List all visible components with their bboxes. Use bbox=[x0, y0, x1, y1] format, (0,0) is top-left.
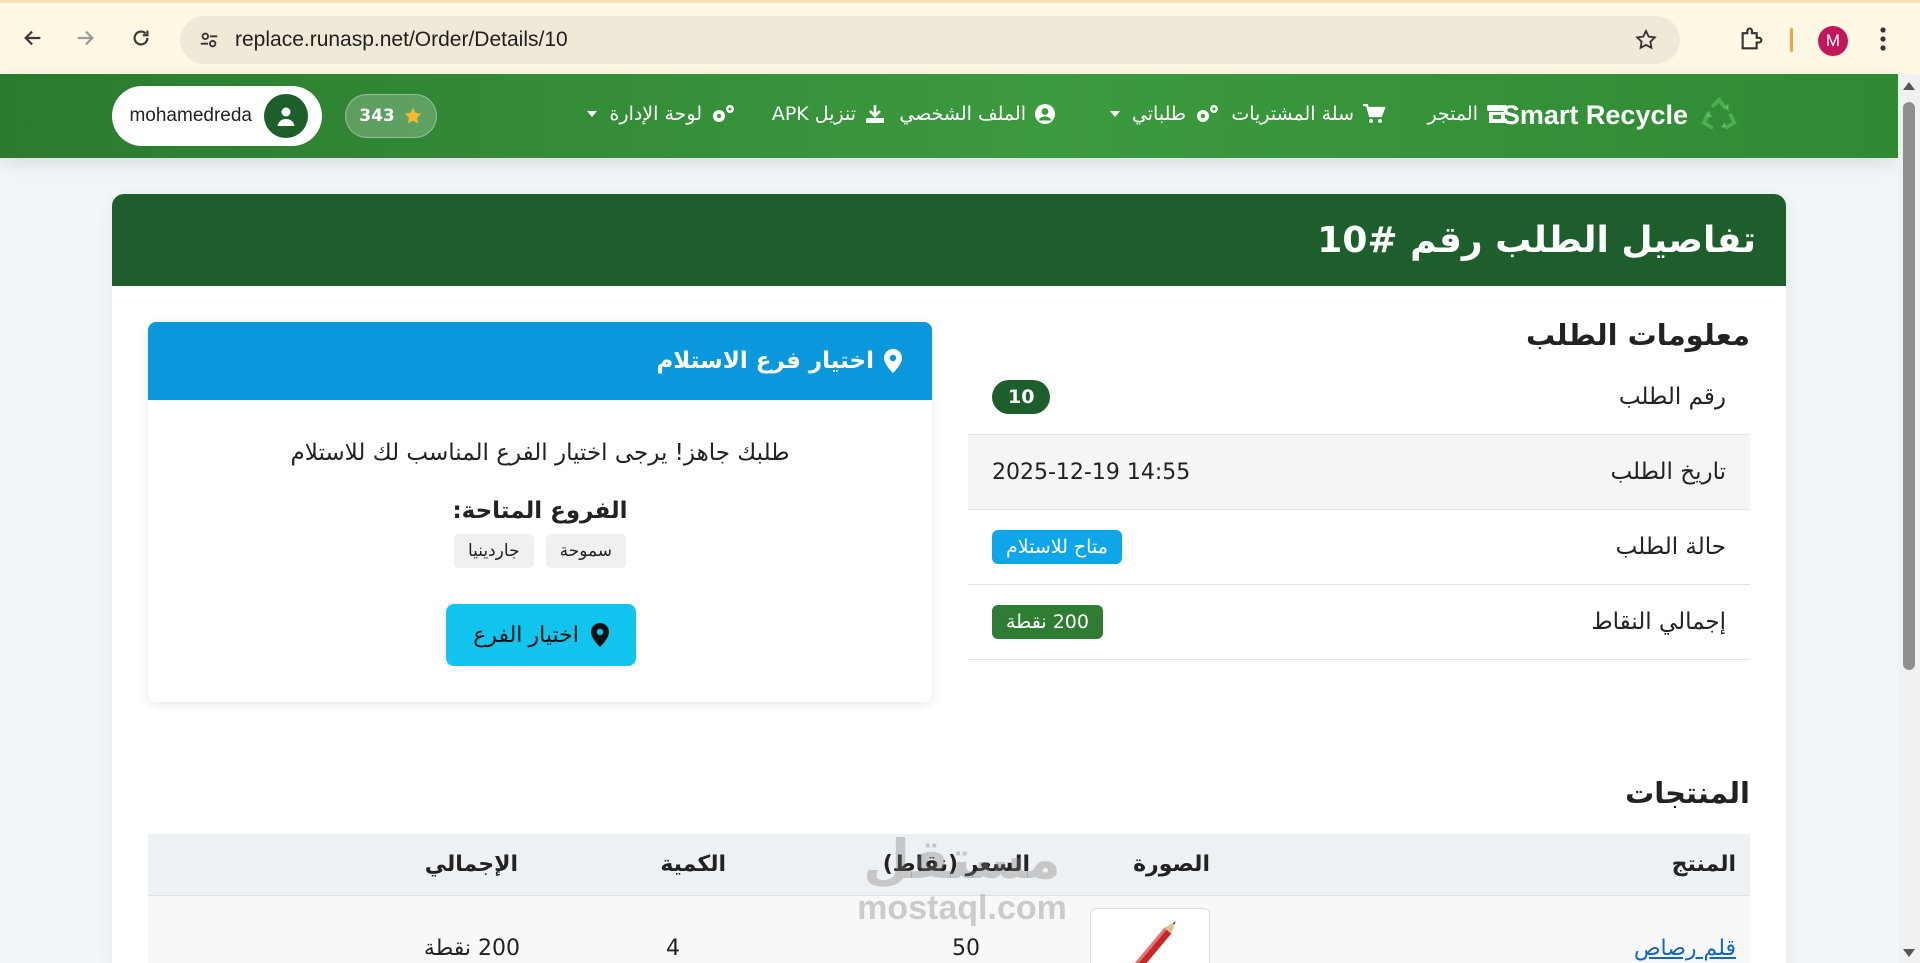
nav-download-apk[interactable]: تنزيل APK bbox=[772, 103, 886, 125]
chevron-down-icon bbox=[587, 111, 598, 117]
total-points-badge: 200 نقطة bbox=[992, 605, 1103, 639]
user-circle-icon bbox=[1035, 104, 1055, 124]
col-price: السعر (نقاط) bbox=[882, 852, 1030, 877]
order-info-row: تاريخ الطلب 2025-12-19 14:55 bbox=[968, 435, 1750, 510]
product-link[interactable]: قلم رصاص bbox=[1634, 936, 1736, 961]
col-total: الإجمالي bbox=[424, 852, 518, 877]
order-info-row: رقم الطلب 10 bbox=[968, 360, 1750, 435]
col-product: المنتج bbox=[1671, 852, 1736, 877]
nav-admin-dashboard[interactable]: لوحة الإدارة bbox=[587, 103, 736, 125]
choose-branch-button[interactable]: اختيار الفرع bbox=[446, 604, 636, 666]
order-info-table: رقم الطلب 10 تاريخ الطلب 2025-12-19 14:5… bbox=[968, 360, 1750, 660]
product-quantity: 4 bbox=[666, 936, 680, 961]
nav-admin-dashboard-label: لوحة الإدارة bbox=[609, 103, 702, 125]
user-menu[interactable]: mohamedreda bbox=[112, 86, 322, 146]
bookmark-star-icon[interactable] bbox=[1634, 28, 1658, 56]
reload-icon[interactable] bbox=[126, 23, 156, 53]
branch-tag: سموحة bbox=[545, 534, 627, 568]
forward-arrow-icon[interactable] bbox=[70, 23, 100, 53]
choose-branch-label: اختيار الفرع bbox=[473, 622, 579, 647]
branch-tags: سموحة جاردينيا bbox=[148, 534, 932, 568]
nav-cart[interactable]: سلة المشتريات bbox=[1231, 103, 1386, 125]
points-value: 343 bbox=[359, 106, 395, 126]
nav-my-orders-label: طلباتي bbox=[1131, 103, 1186, 125]
nav-download-apk-label: تنزيل APK bbox=[771, 103, 856, 125]
col-quantity: الكمية bbox=[660, 852, 726, 877]
browser-toolbar: replace.runasp.net/Order/Details/10 M bbox=[0, 0, 1920, 74]
nav-profile-label: الملف الشخصي bbox=[899, 103, 1026, 125]
products-table: المنتج الصورة السعر (نقاط) الكمية الإجما… bbox=[148, 834, 1750, 963]
gears-icon bbox=[1197, 105, 1218, 122]
gears-icon bbox=[713, 105, 734, 122]
nav-store-label: المتجر bbox=[1427, 103, 1478, 125]
products-table-header: المنتج الصورة السعر (نقاط) الكمية الإجما… bbox=[148, 834, 1750, 896]
order-info-row: حالة الطلب متاح للاستلام bbox=[968, 510, 1750, 585]
store-icon bbox=[1487, 105, 1507, 123]
chevron-down-icon bbox=[1109, 111, 1120, 117]
pencil-icon bbox=[1119, 921, 1176, 963]
site-navbar: Smart Recycle المتجر سلة المشتريات طلبات… bbox=[0, 74, 1898, 158]
nav-store[interactable]: المتجر bbox=[1427, 103, 1508, 125]
order-number-label: رقم الطلب bbox=[1618, 384, 1726, 410]
order-date-label: تاريخ الطلب bbox=[1610, 459, 1726, 485]
cart-icon bbox=[1363, 104, 1386, 123]
branch-message: طلبك جاهز! يرجى اختيار الفرع المناسب لك … bbox=[290, 440, 790, 466]
brand[interactable]: Smart Recycle bbox=[1502, 96, 1738, 134]
scrollbar-thumb[interactable] bbox=[1903, 102, 1915, 670]
order-date-value: 2025-12-19 14:55 bbox=[992, 459, 1191, 485]
page-title: تفاصيل الطلب رقم #10 bbox=[1317, 219, 1756, 261]
card-header: تفاصيل الطلب رقم #10 bbox=[112, 194, 1786, 286]
col-image: الصورة bbox=[1133, 852, 1210, 877]
recycle-icon bbox=[1701, 96, 1737, 130]
points-badge[interactable]: 343 bbox=[345, 94, 437, 138]
scroll-down-arrow-icon[interactable] bbox=[1903, 949, 1915, 957]
site-settings-icon[interactable] bbox=[194, 25, 224, 55]
product-price: 50 bbox=[952, 936, 980, 961]
url-text: replace.runasp.net/Order/Details/10 bbox=[235, 28, 568, 51]
extensions-puzzle-icon[interactable] bbox=[1738, 25, 1766, 57]
browser-menu-icon[interactable] bbox=[1878, 25, 1888, 57]
branch-panel-header: اختيار فرع الاستلام bbox=[148, 322, 932, 400]
table-row: قلم رصاص 50 4 200 نقطة bbox=[148, 896, 1750, 963]
branch-selection-panel: اختيار فرع الاستلام طلبك جاهز! يرجى اختي… bbox=[148, 322, 932, 702]
back-arrow-icon[interactable] bbox=[18, 23, 48, 53]
order-info-row: إجمالي النقاط 200 نقطة bbox=[968, 585, 1750, 660]
profile-avatar[interactable]: M bbox=[1818, 26, 1848, 56]
address-bar[interactable]: replace.runasp.net/Order/Details/10 bbox=[180, 16, 1680, 64]
order-info-heading: معلومات الطلب bbox=[1525, 318, 1750, 352]
download-icon bbox=[866, 105, 884, 123]
toolbar-divider bbox=[1790, 28, 1793, 52]
branch-tag: جاردينيا bbox=[453, 534, 534, 568]
scroll-up-arrow-icon[interactable] bbox=[1903, 82, 1915, 90]
order-details-card: تفاصيل الطلب رقم #10 معلومات الطلب رقم ا… bbox=[112, 194, 1786, 963]
star-icon bbox=[404, 107, 421, 124]
user-avatar-icon bbox=[264, 94, 308, 138]
product-total: 200 نقطة bbox=[423, 936, 520, 961]
branch-panel-title: اختيار فرع الاستلام bbox=[656, 348, 874, 374]
total-points-label: إجمالي النقاط bbox=[1591, 609, 1726, 635]
order-status-badge: متاح للاستلام bbox=[992, 530, 1122, 564]
map-marker-icon bbox=[884, 349, 902, 373]
products-heading: المنتجات bbox=[1625, 776, 1750, 810]
nav-cart-label: سلة المشتريات bbox=[1231, 103, 1354, 125]
order-status-label: حالة الطلب bbox=[1615, 534, 1726, 560]
nav-my-orders[interactable]: طلباتي bbox=[1109, 103, 1220, 125]
nav-profile[interactable]: الملف الشخصي bbox=[899, 103, 1056, 125]
brand-name: Smart Recycle bbox=[1501, 99, 1688, 130]
username: mohamedreda bbox=[129, 105, 252, 126]
order-number-badge: 10 bbox=[992, 380, 1051, 414]
available-branches-label: الفروع المتاحة: bbox=[452, 498, 628, 524]
product-image bbox=[1090, 908, 1210, 963]
page-scrollbar[interactable] bbox=[1898, 74, 1920, 963]
map-marker-icon bbox=[590, 623, 609, 647]
